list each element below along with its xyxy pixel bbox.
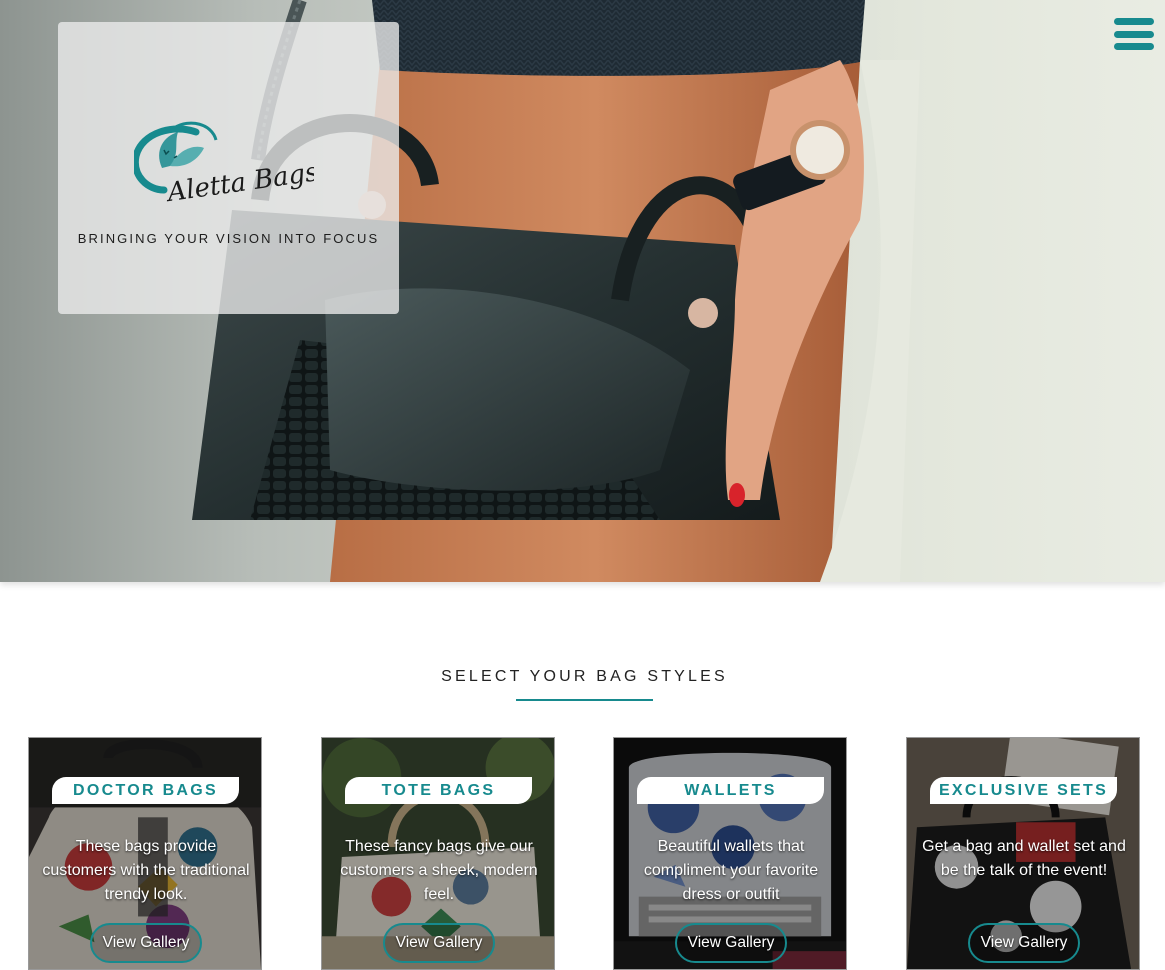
category-card-doctor-bags[interactable]: DOCTOR BAGS These bags provide customers… [28,737,262,970]
card-description: Beautiful wallets that compliment your f… [643,838,819,903]
view-gallery-button[interactable]: View Gallery [968,923,1080,963]
card-title: WALLETS [637,777,824,804]
card-description: Get a bag and wallet set and be the talk… [922,838,1126,879]
section-title: SELECT YOUR BAG STYLES [441,668,728,685]
card-title: DOCTOR BAGS [52,777,239,804]
hamburger-menu-icon[interactable] [1114,18,1156,50]
card-description: These bags provide customers with the tr… [42,838,250,903]
card-title: EXCLUSIVE SETS [930,777,1117,804]
category-card-wallets[interactable]: WALLETS Beautiful wallets that complimen… [613,737,847,970]
card-description: These fancy bags give our customers a sh… [340,838,538,903]
menu-bar [1114,30,1154,38]
hero-banner: Aletta Bags BRINGING YOUR VISION INTO FO… [0,0,1165,582]
card-title: TOTE BAGS [345,777,532,804]
brand-tagline: BRINGING YOUR VISION INTO FOCUS [77,231,380,246]
category-card-tote-bags[interactable]: TOTE BAGS These fancy bags give our cust… [321,737,555,970]
menu-bar [1114,18,1154,25]
category-card-exclusive-sets[interactable]: EXCLUSIVE SETS Get a bag and wallet set … [906,737,1140,970]
view-gallery-button[interactable]: View Gallery [383,923,495,963]
menu-bar [1114,43,1154,50]
view-gallery-button[interactable]: View Gallery [675,923,787,963]
section-title-underline [516,699,653,701]
view-gallery-button[interactable]: View Gallery [90,923,202,963]
brand-card: Aletta Bags BRINGING YOUR VISION INTO FO… [58,22,399,314]
brand-logo-text: Aletta Bags [164,157,314,206]
aletta-bags-logo[interactable]: Aletta Bags [134,110,314,206]
